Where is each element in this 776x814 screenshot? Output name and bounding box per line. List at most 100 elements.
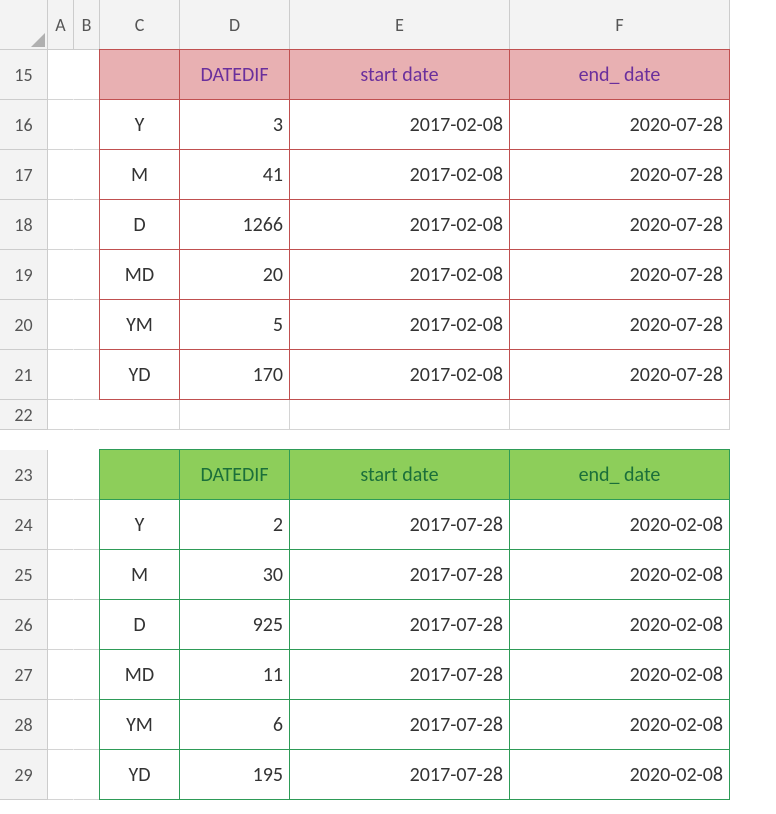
cell-D27[interactable]: 11 <box>179 649 290 700</box>
cell-E15[interactable]: start date <box>289 49 510 100</box>
spreadsheet-grid[interactable]: A B C D E F 15 DATEDIF start date end_ d… <box>0 0 776 800</box>
cell-C24[interactable]: Y <box>99 499 180 550</box>
cell-B25[interactable] <box>74 550 100 600</box>
cell-F23[interactable]: end_ date <box>509 449 730 500</box>
cell-B24[interactable] <box>74 500 100 550</box>
row-header-20[interactable]: 20 <box>0 300 48 350</box>
cell-F29[interactable]: 2020-02-08 <box>509 749 730 800</box>
cell-A22[interactable] <box>48 400 74 430</box>
col-header-A[interactable]: A <box>48 0 74 50</box>
cell-E27[interactable]: 2017-07-28 <box>289 649 510 700</box>
cell-D18[interactable]: 1266 <box>179 199 290 250</box>
cell-F28[interactable]: 2020-02-08 <box>509 699 730 750</box>
cell-D24[interactable]: 2 <box>179 499 290 550</box>
cell-D15[interactable]: DATEDIF <box>179 49 290 100</box>
row-header-15[interactable]: 15 <box>0 50 48 100</box>
cell-E22[interactable] <box>290 400 510 430</box>
cell-C15[interactable] <box>99 49 180 100</box>
cell-D17[interactable]: 41 <box>179 149 290 200</box>
cell-B22[interactable] <box>74 400 100 430</box>
cell-C26[interactable]: D <box>99 599 180 650</box>
cell-E23[interactable]: start date <box>289 449 510 500</box>
cell-D20[interactable]: 5 <box>179 299 290 350</box>
cell-E19[interactable]: 2017-02-08 <box>289 249 510 300</box>
cell-B23[interactable] <box>74 450 100 500</box>
cell-C16[interactable]: Y <box>99 99 180 150</box>
cell-A29[interactable] <box>48 750 74 800</box>
cell-D23[interactable]: DATEDIF <box>179 449 290 500</box>
cell-E16[interactable]: 2017-02-08 <box>289 99 510 150</box>
row-header-16[interactable]: 16 <box>0 100 48 150</box>
cell-D16[interactable]: 3 <box>179 99 290 150</box>
cell-A17[interactable] <box>48 150 74 200</box>
cell-F25[interactable]: 2020-02-08 <box>509 549 730 600</box>
cell-B21[interactable] <box>74 350 100 400</box>
row-header-22[interactable]: 22 <box>0 400 48 430</box>
cell-A26[interactable] <box>48 600 74 650</box>
col-header-F[interactable]: F <box>510 0 730 50</box>
cell-F20[interactable]: 2020-07-28 <box>509 299 730 350</box>
cell-C18[interactable]: D <box>99 199 180 250</box>
cell-B27[interactable] <box>74 650 100 700</box>
cell-C25[interactable]: M <box>99 549 180 600</box>
cell-E20[interactable]: 2017-02-08 <box>289 299 510 350</box>
cell-B17[interactable] <box>74 150 100 200</box>
cell-E18[interactable]: 2017-02-08 <box>289 199 510 250</box>
col-header-D[interactable]: D <box>180 0 290 50</box>
cell-F19[interactable]: 2020-07-28 <box>509 249 730 300</box>
cell-A15[interactable] <box>48 50 74 100</box>
col-header-B[interactable]: B <box>74 0 100 50</box>
cell-A23[interactable] <box>48 450 74 500</box>
cell-B28[interactable] <box>74 700 100 750</box>
row-header-19[interactable]: 19 <box>0 250 48 300</box>
cell-A19[interactable] <box>48 250 74 300</box>
row-header-29[interactable]: 29 <box>0 750 48 800</box>
cell-A24[interactable] <box>48 500 74 550</box>
cell-D29[interactable]: 195 <box>179 749 290 800</box>
cell-E28[interactable]: 2017-07-28 <box>289 699 510 750</box>
cell-A27[interactable] <box>48 650 74 700</box>
cell-F17[interactable]: 2020-07-28 <box>509 149 730 200</box>
cell-A25[interactable] <box>48 550 74 600</box>
cell-F21[interactable]: 2020-07-28 <box>509 349 730 400</box>
cell-F16[interactable]: 2020-07-28 <box>509 99 730 150</box>
cell-A18[interactable] <box>48 200 74 250</box>
cell-C20[interactable]: YM <box>99 299 180 350</box>
cell-B20[interactable] <box>74 300 100 350</box>
cell-D22[interactable] <box>180 400 290 430</box>
col-header-C[interactable]: C <box>100 0 180 50</box>
row-header-26[interactable]: 26 <box>0 600 48 650</box>
cell-B26[interactable] <box>74 600 100 650</box>
cell-A20[interactable] <box>48 300 74 350</box>
row-header-18[interactable]: 18 <box>0 200 48 250</box>
cell-C17[interactable]: M <box>99 149 180 200</box>
cell-F26[interactable]: 2020-02-08 <box>509 599 730 650</box>
cell-D25[interactable]: 30 <box>179 549 290 600</box>
cell-B16[interactable] <box>74 100 100 150</box>
cell-B18[interactable] <box>74 200 100 250</box>
cell-D19[interactable]: 20 <box>179 249 290 300</box>
cell-B19[interactable] <box>74 250 100 300</box>
cell-E17[interactable]: 2017-02-08 <box>289 149 510 200</box>
row-header-28[interactable]: 28 <box>0 700 48 750</box>
cell-C22[interactable] <box>100 400 180 430</box>
cell-D26[interactable]: 925 <box>179 599 290 650</box>
cell-C19[interactable]: MD <box>99 249 180 300</box>
cell-D28[interactable]: 6 <box>179 699 290 750</box>
cell-F27[interactable]: 2020-02-08 <box>509 649 730 700</box>
row-header-17[interactable]: 17 <box>0 150 48 200</box>
cell-B29[interactable] <box>74 750 100 800</box>
row-header-23[interactable]: 23 <box>0 450 48 500</box>
cell-F15[interactable]: end_ date <box>509 49 730 100</box>
row-header-27[interactable]: 27 <box>0 650 48 700</box>
cell-C29[interactable]: YD <box>99 749 180 800</box>
cell-C23[interactable] <box>99 449 180 500</box>
row-header-25[interactable]: 25 <box>0 550 48 600</box>
col-header-E[interactable]: E <box>290 0 510 50</box>
cell-E24[interactable]: 2017-07-28 <box>289 499 510 550</box>
cell-E25[interactable]: 2017-07-28 <box>289 549 510 600</box>
cell-E26[interactable]: 2017-07-28 <box>289 599 510 650</box>
cell-E21[interactable]: 2017-02-08 <box>289 349 510 400</box>
cell-A16[interactable] <box>48 100 74 150</box>
cell-F22[interactable] <box>510 400 730 430</box>
